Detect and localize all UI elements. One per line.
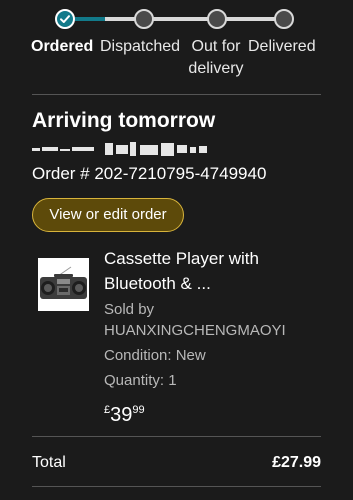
- total-value: £27.99: [272, 454, 321, 471]
- divider: [32, 94, 321, 95]
- price-pence: 99: [132, 404, 145, 416]
- step-label-delivered: Delivered: [248, 38, 316, 55]
- divider: [32, 486, 321, 487]
- step-label-dispatched: Dispatched: [100, 38, 181, 55]
- redacted-recipient-name: [32, 141, 207, 157]
- sold-by-label: Sold by: [104, 301, 155, 318]
- progress-line-remaining: [105, 17, 280, 21]
- step-delivered-marker: [274, 9, 294, 29]
- step-label-ordered: Ordered: [31, 38, 94, 55]
- price-pounds: 39: [110, 404, 133, 426]
- order-progress-tracker: Ordered Dispatched Out for delivery Deli…: [0, 0, 353, 90]
- product-title[interactable]: Cassette Player with Bluetooth & ...: [104, 246, 304, 296]
- seller-name: HUANXINGCHENGMAOYI: [104, 322, 286, 339]
- progress-line-completed: [75, 17, 105, 21]
- step-ordered-checkmark-icon: [55, 9, 75, 29]
- step-dispatched-marker: [134, 9, 154, 29]
- total-label: Total: [32, 454, 66, 471]
- product-price: £3999: [104, 398, 145, 429]
- product-condition: Condition: New: [104, 347, 206, 364]
- divider: [32, 436, 321, 437]
- order-number: Order # 202-7210795-4749940: [32, 164, 267, 183]
- cassette-player-icon: [40, 266, 87, 299]
- step-out-for-delivery-marker: [207, 9, 227, 29]
- product-quantity: Quantity: 1: [104, 372, 177, 389]
- product-image[interactable]: [38, 258, 89, 311]
- view-or-edit-order-button[interactable]: View or edit order: [32, 198, 184, 232]
- delivery-estimate-heading: Arriving tomorrow: [32, 109, 216, 132]
- step-label-out-for-delivery: Out for delivery: [188, 38, 244, 77]
